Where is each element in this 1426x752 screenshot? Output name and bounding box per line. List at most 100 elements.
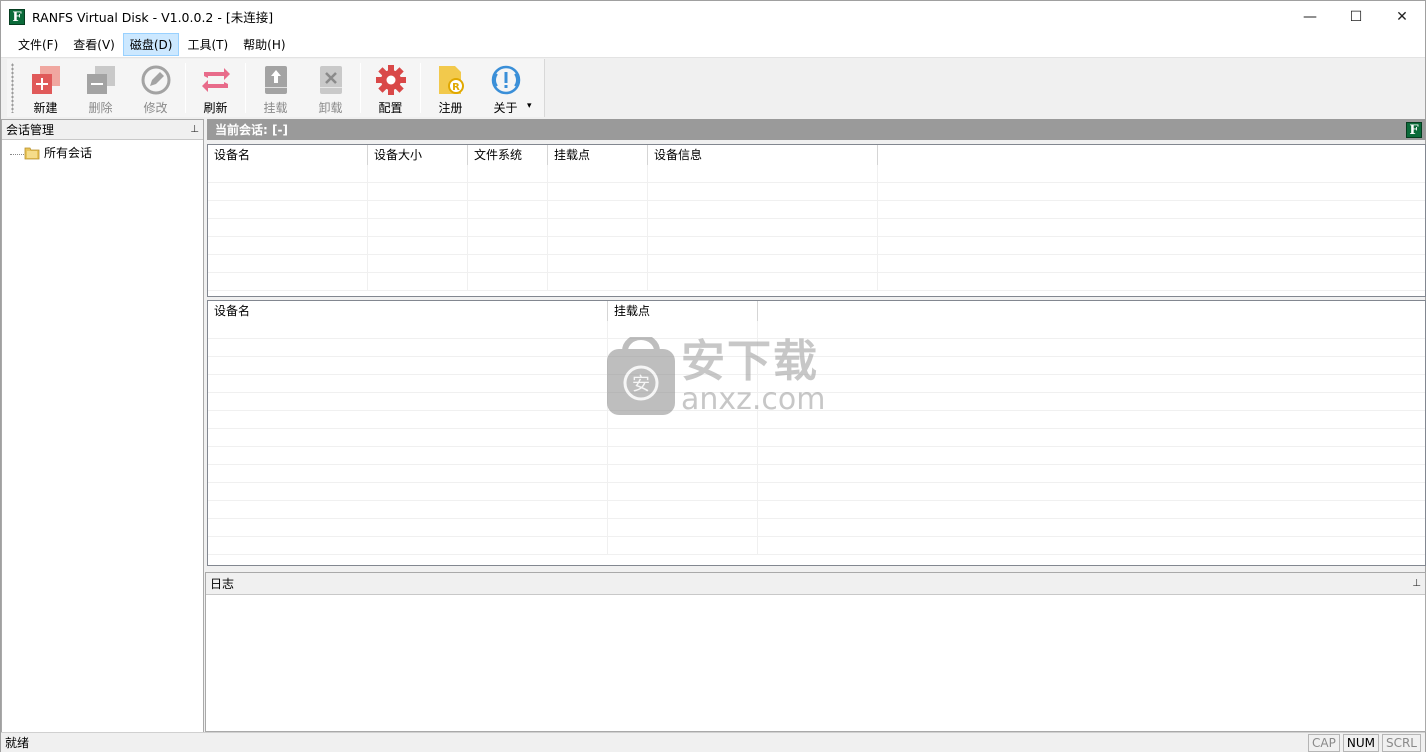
- log-content[interactable]: [206, 595, 1425, 731]
- empty-table-cell: [208, 537, 608, 555]
- key-indicators: CAP NUM SCRL: [1305, 734, 1421, 752]
- empty-table-cell: [648, 201, 878, 219]
- window-controls: — ☐ ✕: [1287, 1, 1425, 32]
- session-manager-panel: 会话管理 ⊥ 所有会话: [1, 119, 204, 733]
- empty-table-cell: [368, 165, 468, 183]
- empty-table-cell: [208, 375, 608, 393]
- maximize-button[interactable]: ☐: [1333, 1, 1379, 32]
- pin-icon[interactable]: ⊥: [190, 124, 199, 135]
- empty-table-cell: [878, 201, 1425, 219]
- refresh-button[interactable]: 刷新: [188, 59, 243, 115]
- column-mount-point[interactable]: 挂载点: [608, 301, 758, 321]
- empty-table-cell: [878, 165, 1425, 183]
- mounts-table-header: 设备名 挂载点: [208, 301, 1425, 321]
- empty-table-cell: [548, 201, 648, 219]
- column-mount-point[interactable]: 挂载点: [548, 145, 648, 165]
- session-manager-header: 会话管理 ⊥: [2, 120, 203, 140]
- window-title: RANFS Virtual Disk - V1.0.0.2 - [未连接]: [32, 10, 274, 25]
- toolbar-separator: [245, 63, 246, 113]
- empty-table-cell: [648, 165, 878, 183]
- new-label: 新建: [33, 101, 58, 115]
- menu-file[interactable]: 文件(F): [11, 33, 65, 56]
- refresh-label: 刷新: [203, 101, 228, 115]
- current-session-label: 当前会话: [-]: [215, 123, 288, 137]
- empty-table-cell: [208, 447, 608, 465]
- register-label: 注册: [438, 101, 463, 115]
- tree-item-label: 所有会话: [44, 146, 93, 160]
- empty-table-cell: [608, 501, 758, 519]
- config-label: 配置: [378, 101, 403, 115]
- delete-label: 删除: [88, 101, 113, 115]
- empty-table-row: [208, 429, 1425, 447]
- toolbar-overflow-icon[interactable]: ▾: [527, 101, 532, 111]
- app-window: F RANFS Virtual Disk - V1.0.0.2 - [未连接] …: [0, 0, 1426, 752]
- empty-table-row: [208, 165, 1425, 183]
- edit-label: 修改: [143, 101, 168, 115]
- toolbar-grip[interactable]: [11, 63, 14, 113]
- pin-icon[interactable]: ⊥: [1412, 578, 1421, 589]
- devices-table[interactable]: 设备名 设备大小 文件系统 挂载点 设备信息: [207, 144, 1426, 297]
- watermark-shield-char: 安: [632, 374, 650, 395]
- delete-button[interactable]: 删除: [73, 59, 128, 115]
- empty-table-cell: [468, 255, 548, 273]
- empty-table-cell: [758, 519, 1425, 537]
- column-device-name[interactable]: 设备名: [208, 145, 368, 165]
- watermark-shield-icon: 安: [607, 337, 675, 415]
- empty-table-cell: [208, 201, 368, 219]
- empty-table-cell: [758, 483, 1425, 501]
- column-filler: [758, 301, 1425, 321]
- watermark: 安 安下载 anxz.com: [605, 337, 826, 417]
- empty-table-cell: [878, 273, 1425, 291]
- config-button[interactable]: 配置: [363, 59, 418, 115]
- empty-table-cell: [208, 501, 608, 519]
- menu-view[interactable]: 查看(V): [66, 33, 122, 56]
- empty-table-cell: [468, 201, 548, 219]
- maximize-icon: ☐: [1349, 8, 1363, 25]
- empty-table-cell: [208, 321, 608, 339]
- empty-table-cell: [878, 237, 1425, 255]
- empty-table-cell: [368, 255, 468, 273]
- empty-table-cell: [878, 183, 1425, 201]
- menu-help[interactable]: 帮助(H): [236, 33, 292, 56]
- empty-table-cell: [758, 375, 1425, 393]
- column-device-size[interactable]: 设备大小: [368, 145, 468, 165]
- empty-table-cell: [548, 219, 648, 237]
- empty-table-cell: [758, 393, 1425, 411]
- empty-table-cell: [208, 411, 608, 429]
- close-button[interactable]: ✕: [1379, 1, 1425, 32]
- column-device-name[interactable]: 设备名: [208, 301, 608, 321]
- empty-table-cell: [648, 273, 878, 291]
- empty-table-row: [208, 255, 1425, 273]
- column-device-info[interactable]: 设备信息: [648, 145, 878, 165]
- toolbar-separator: [360, 63, 361, 113]
- log-panel: 日志 ⊥: [205, 572, 1426, 732]
- mount-button[interactable]: 挂载: [248, 59, 303, 115]
- column-filesystem[interactable]: 文件系统: [468, 145, 548, 165]
- tree-item-all-sessions[interactable]: 所有会话: [10, 144, 203, 161]
- column-filler: [878, 145, 1425, 165]
- edit-icon: [140, 64, 172, 96]
- empty-table-cell: [368, 183, 468, 201]
- empty-table-cell: [208, 183, 368, 201]
- unmount-button[interactable]: 卸载: [303, 59, 358, 115]
- mount-label: 挂载: [263, 101, 288, 115]
- menu-disk[interactable]: 磁盘(D): [122, 33, 180, 56]
- empty-table-cell: [608, 429, 758, 447]
- minimize-button[interactable]: —: [1287, 1, 1333, 32]
- new-button[interactable]: 新建: [18, 59, 73, 115]
- empty-table-cell: [878, 219, 1425, 237]
- empty-table-cell: [608, 483, 758, 501]
- empty-table-cell: [208, 255, 368, 273]
- empty-table-cell: [468, 237, 548, 255]
- edit-button[interactable]: 修改: [128, 59, 183, 115]
- menu-tools[interactable]: 工具(T): [180, 33, 235, 56]
- empty-table-cell: [548, 237, 648, 255]
- about-button[interactable]: 关于: [478, 59, 533, 115]
- empty-table-row: [208, 537, 1425, 555]
- empty-table-cell: [208, 357, 608, 375]
- empty-table-cell: [208, 273, 368, 291]
- empty-table-cell: [758, 321, 1425, 339]
- register-button[interactable]: R 注册: [423, 59, 478, 115]
- scroll-lock-indicator: SCRL: [1381, 734, 1421, 752]
- empty-table-row: [208, 519, 1425, 537]
